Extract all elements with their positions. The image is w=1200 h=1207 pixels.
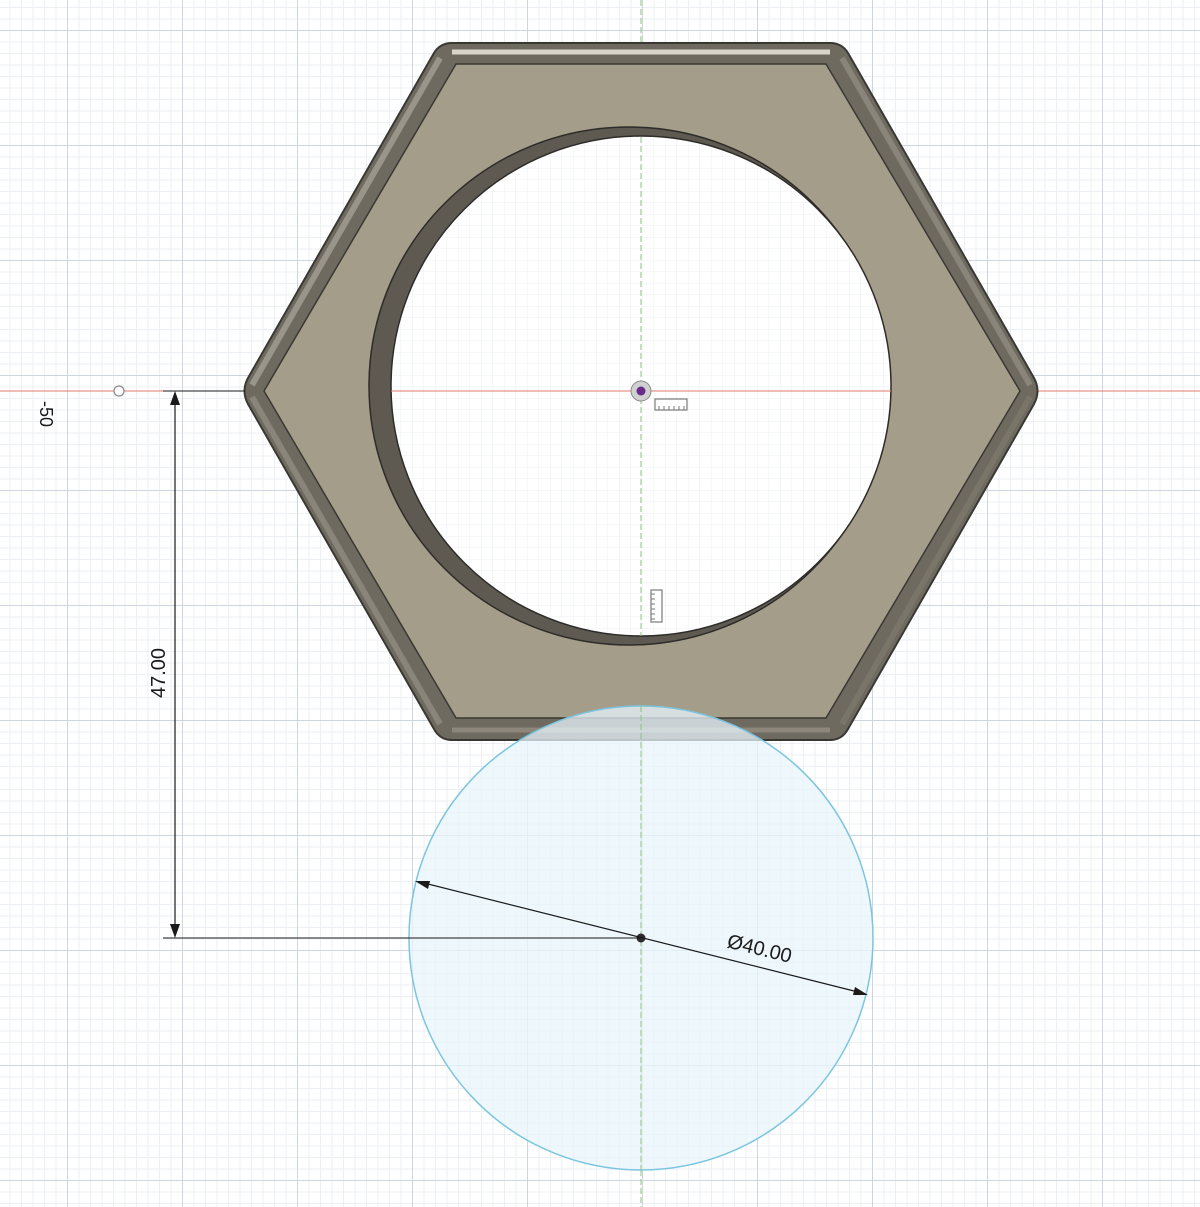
sketch-constraint-horizontal-icon[interactable] xyxy=(654,398,688,411)
dim-arrow-top xyxy=(170,391,180,405)
dimension-vertical-value[interactable]: 47.00 xyxy=(148,648,170,698)
origin-point-icon[interactable] xyxy=(630,380,652,402)
sketch-constraint-vertical-icon[interactable] xyxy=(650,589,663,623)
dim-arrow-bottom xyxy=(170,924,180,938)
axis-coordinate-label: -50 xyxy=(36,401,56,427)
sketch-canvas[interactable]: 47.00 Ø40.00 -50 xyxy=(0,0,1200,1207)
axis-endpoint-marker[interactable] xyxy=(113,385,125,397)
